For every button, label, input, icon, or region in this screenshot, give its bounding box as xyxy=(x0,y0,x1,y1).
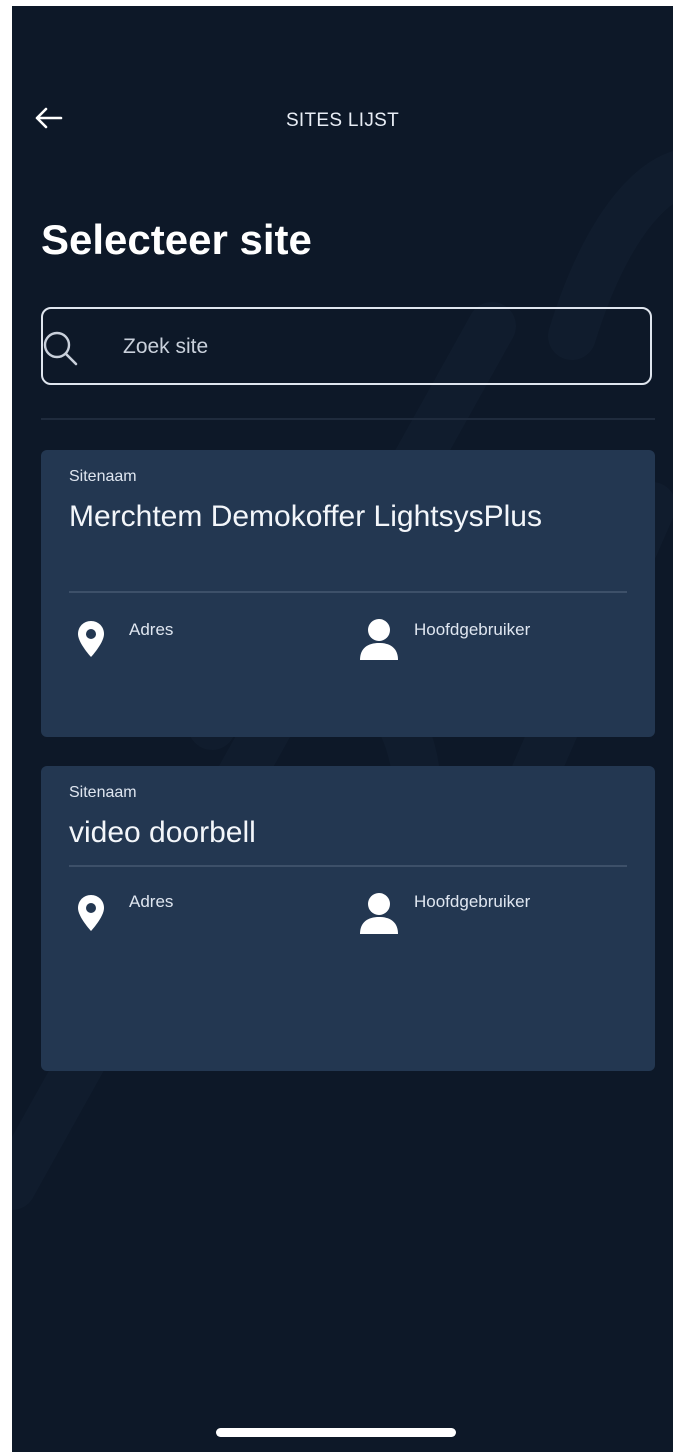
app-screen: SITES LIJST Selecteer site Sitenaam Merc… xyxy=(12,6,673,1452)
main-user-label: Hoofdgebruiker xyxy=(414,892,531,911)
card-divider xyxy=(69,591,627,593)
address-label: Adres xyxy=(129,620,174,639)
main-user-label: Hoofdgebruiker xyxy=(414,620,531,639)
search-icon xyxy=(43,331,78,366)
location-pin-icon xyxy=(78,895,104,931)
home-indicator[interactable] xyxy=(216,1428,456,1437)
header-title: SITES LIJST xyxy=(285,110,400,131)
site-name: video doorbell xyxy=(69,816,256,849)
site-name: Merchtem Demokoffer LightsysPlus xyxy=(69,500,542,533)
search-input[interactable] xyxy=(123,331,623,363)
location-pin-icon xyxy=(78,621,104,657)
site-name-label: Sitenaam xyxy=(69,784,137,801)
divider xyxy=(41,418,655,420)
search-box[interactable] xyxy=(41,307,652,385)
address-label: Adres xyxy=(129,892,174,911)
site-card[interactable]: Sitenaam video doorbell Adres Hoofdgebru… xyxy=(41,766,655,1071)
top-bar: SITES LIJST xyxy=(12,96,673,146)
site-card[interactable]: Sitenaam Merchtem Demokoffer LightsysPlu… xyxy=(41,450,655,737)
user-icon xyxy=(360,893,398,934)
site-name-label: Sitenaam xyxy=(69,468,137,485)
page-title: Selecteer site xyxy=(41,216,312,263)
card-divider xyxy=(69,865,627,867)
user-icon xyxy=(360,619,398,660)
